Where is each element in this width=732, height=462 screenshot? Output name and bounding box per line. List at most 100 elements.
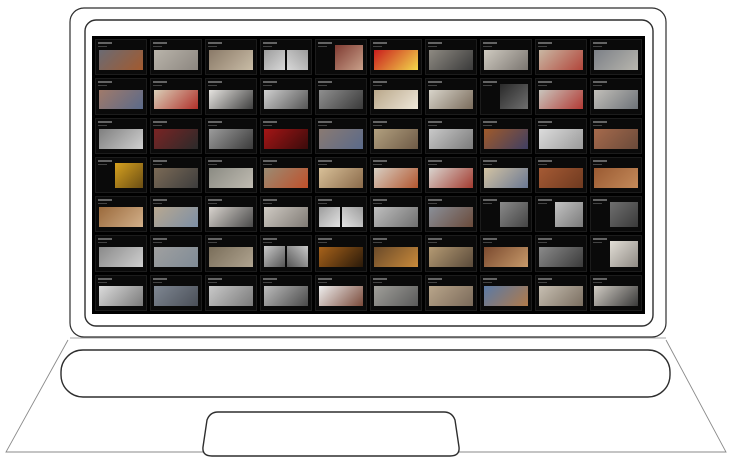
slide-thumbnail[interactable] xyxy=(95,156,147,194)
slide-caption-line xyxy=(98,46,107,47)
slide-caption-line xyxy=(483,277,497,280)
slide-thumbnail[interactable] xyxy=(535,156,587,194)
slide-thumbnail[interactable] xyxy=(370,78,422,115)
slide-thumbnail[interactable] xyxy=(370,235,422,272)
slide-thumbnail[interactable] xyxy=(425,156,477,194)
slide-thumbnail[interactable] xyxy=(95,117,147,154)
slide-thumbnail[interactable] xyxy=(260,235,312,272)
slide-thumbnail[interactable] xyxy=(370,274,422,311)
slide-thumbnail[interactable] xyxy=(370,39,422,76)
slide-caption-line xyxy=(538,199,552,202)
slide-caption-line xyxy=(263,159,277,162)
slide-thumbnail[interactable] xyxy=(150,196,202,233)
slide-thumbnail[interactable] xyxy=(315,117,367,154)
slide-thumbnail[interactable] xyxy=(425,78,477,115)
slide-caption-line xyxy=(318,203,327,205)
slide-thumbnail[interactable] xyxy=(205,235,257,272)
slide-thumbnail[interactable] xyxy=(150,156,202,194)
slide-thumbnail[interactable] xyxy=(480,196,532,233)
slide-thumbnail[interactable] xyxy=(590,39,642,76)
slide-thumbnail[interactable] xyxy=(315,78,367,115)
slide-caption-line xyxy=(153,159,167,162)
slide-caption-line xyxy=(593,81,607,84)
slide-photo xyxy=(99,246,143,267)
slide-thumbnail[interactable] xyxy=(150,117,202,154)
slide-thumbnail[interactable] xyxy=(535,117,587,154)
slide-caption-line xyxy=(538,242,547,244)
slide-thumbnail[interactable] xyxy=(535,235,587,272)
slide-thumbnail[interactable] xyxy=(425,235,477,272)
slide-caption-line xyxy=(428,281,437,283)
slide-thumbnail[interactable] xyxy=(535,78,587,115)
slide-caption-line xyxy=(593,85,602,87)
slide-thumbnail[interactable] xyxy=(590,274,642,311)
slide-caption-line xyxy=(263,81,277,84)
slide-thumbnail[interactable] xyxy=(205,117,257,154)
slide-thumbnail[interactable] xyxy=(95,39,147,76)
slide-thumbnail[interactable] xyxy=(150,274,202,311)
slide-thumbnail[interactable] xyxy=(150,39,202,76)
slide-thumbnail[interactable] xyxy=(95,196,147,233)
slide-caption-line xyxy=(153,281,162,283)
slide-photo xyxy=(99,50,143,71)
slide-thumbnail[interactable] xyxy=(370,196,422,233)
slide-caption-line xyxy=(318,159,332,162)
slide-thumbnail[interactable] xyxy=(150,235,202,272)
slide-caption-line xyxy=(428,203,437,205)
slide-thumbnail[interactable] xyxy=(205,196,257,233)
slide-thumbnail[interactable] xyxy=(260,274,312,311)
slide-thumbnail[interactable] xyxy=(315,235,367,272)
slide-thumbnail[interactable] xyxy=(205,39,257,76)
slide-photo xyxy=(594,168,638,189)
slide-thumbnail[interactable] xyxy=(205,274,257,311)
slide-caption-line xyxy=(263,163,272,165)
slide-thumbnail[interactable] xyxy=(590,235,642,272)
slide-thumbnail[interactable] xyxy=(205,156,257,194)
slide-thumbnail[interactable] xyxy=(480,39,532,76)
slide-thumbnail[interactable] xyxy=(260,117,312,154)
slide-thumbnail[interactable] xyxy=(590,196,642,233)
slide-thumbnail[interactable] xyxy=(590,117,642,154)
slide-thumbnail[interactable] xyxy=(480,117,532,154)
slide-thumbnail[interactable] xyxy=(425,274,477,311)
slide-thumbnail[interactable] xyxy=(95,78,147,115)
slide-thumbnail[interactable] xyxy=(425,39,477,76)
slide-thumbnail[interactable] xyxy=(370,117,422,154)
slide-thumbnail[interactable] xyxy=(480,274,532,311)
slide-photo xyxy=(335,44,363,71)
slide-thumbnail[interactable] xyxy=(425,196,477,233)
slide-thumbnail[interactable] xyxy=(590,156,642,194)
slide-caption-line xyxy=(483,85,492,87)
slide-caption-line xyxy=(538,42,552,44)
slide-thumbnail[interactable] xyxy=(315,39,367,76)
slide-thumbnail[interactable] xyxy=(260,156,312,194)
slide-thumbnail[interactable] xyxy=(205,78,257,115)
slide-thumbnail[interactable] xyxy=(480,156,532,194)
slide-photo xyxy=(374,89,418,110)
slide-thumbnail[interactable] xyxy=(315,156,367,194)
slide-thumbnail[interactable] xyxy=(590,78,642,115)
slide-caption-line xyxy=(318,120,332,123)
slide-thumbnail[interactable] xyxy=(260,78,312,115)
slide-thumbnail[interactable] xyxy=(480,78,532,115)
slide-thumbnail[interactable] xyxy=(260,196,312,233)
slide-caption-line xyxy=(98,81,112,84)
slide-photo xyxy=(209,285,253,306)
slide-caption-line xyxy=(263,242,272,244)
slide-thumbnail[interactable] xyxy=(315,196,367,233)
slide-thumbnail[interactable] xyxy=(95,235,147,272)
slide-thumbnail[interactable] xyxy=(260,39,312,76)
slide-photo xyxy=(429,50,473,71)
slide-thumbnail[interactable] xyxy=(425,117,477,154)
slide-caption-line xyxy=(428,124,437,126)
slide-thumbnail[interactable] xyxy=(535,39,587,76)
slide-thumbnail[interactable] xyxy=(95,274,147,311)
slide-thumbnail[interactable] xyxy=(150,78,202,115)
slide-thumbnail[interactable] xyxy=(480,235,532,272)
slide-thumbnail[interactable] xyxy=(535,274,587,311)
slide-caption-line xyxy=(483,81,497,84)
slide-thumbnail[interactable] xyxy=(370,156,422,194)
slide-thumbnail[interactable] xyxy=(535,196,587,233)
slide-thumbnail[interactable] xyxy=(315,274,367,311)
slide-photo xyxy=(209,168,253,189)
